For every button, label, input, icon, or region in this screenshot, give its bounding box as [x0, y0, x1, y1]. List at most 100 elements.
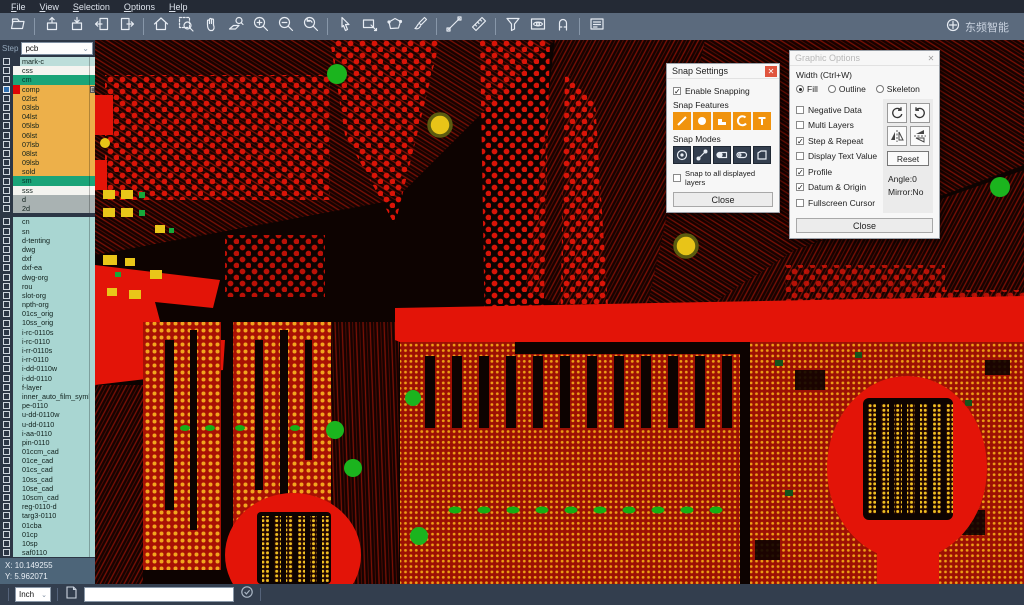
layer-name[interactable]: u-dd-0110w: [20, 410, 89, 419]
layer-checkbox[interactable]: [0, 85, 13, 94]
graphic-checkbox-step-repeat[interactable]: ✓Step & Repeat: [796, 136, 879, 146]
layer-checkbox[interactable]: [0, 530, 13, 539]
layer-row[interactable]: dwg-org: [0, 273, 95, 282]
layer-row[interactable]: 10sp: [0, 539, 95, 548]
layer-checkbox[interactable]: [0, 383, 13, 392]
layer-name[interactable]: 10scm_cad: [20, 493, 89, 502]
layer-row[interactable]: 01cs_orig: [0, 309, 95, 318]
layer-row[interactable]: d-tenting: [0, 236, 95, 245]
layer-checkbox[interactable]: [0, 131, 13, 140]
close-icon[interactable]: ✕: [925, 53, 937, 64]
layer-name[interactable]: sold: [20, 167, 89, 176]
layer-name[interactable]: targ3-0110: [20, 511, 89, 520]
graphic-checkbox-multi-layers[interactable]: Multi Layers: [796, 120, 879, 130]
layer-name[interactable]: reg-0110-d: [20, 502, 89, 511]
layer-checkbox[interactable]: [0, 420, 13, 429]
snap-all-layers-checkbox[interactable]: Snap to all displayed layers: [673, 169, 773, 187]
layer-row[interactable]: i-dd-0110: [0, 374, 95, 383]
layer-checkbox[interactable]: [0, 103, 13, 112]
layer-name[interactable]: d-tenting: [20, 236, 89, 245]
layer-name[interactable]: i-aa-0110: [20, 429, 89, 438]
layer-checkbox[interactable]: [0, 484, 13, 493]
layer-checkbox[interactable]: [0, 167, 13, 176]
layer-name[interactable]: 07lsb: [20, 140, 89, 149]
layer-name[interactable]: f-layer: [20, 383, 89, 392]
layer-row[interactable]: 03lsb: [0, 103, 95, 112]
layer-row[interactable]: 05lsb: [0, 121, 95, 130]
layer-row[interactable]: 01ce_cad: [0, 456, 95, 465]
snap-feature-pad-button[interactable]: [693, 112, 711, 130]
layer-checkbox[interactable]: [0, 447, 13, 456]
layer-name[interactable]: 04lst: [20, 112, 89, 121]
radio-skeleton[interactable]: Skeleton: [876, 84, 920, 94]
layer-name[interactable]: 2d: [20, 204, 89, 213]
layer-checkbox[interactable]: [0, 328, 13, 337]
snap-close-button[interactable]: Close: [673, 192, 773, 207]
layer-name[interactable]: 01cba: [20, 521, 89, 530]
layer-name[interactable]: cn: [20, 217, 89, 226]
layer-name[interactable]: saf0110: [20, 548, 89, 557]
layer-checkbox[interactable]: [0, 374, 13, 383]
layer-name[interactable]: 01ccm_cad: [20, 447, 89, 456]
layer-checkbox[interactable]: [0, 149, 13, 158]
layer-row[interactable]: 02lst: [0, 94, 95, 103]
layer-name[interactable]: d: [20, 195, 89, 204]
open-folder-button[interactable]: [5, 15, 30, 38]
layer-name[interactable]: 10se_cad: [20, 484, 89, 493]
snap-feature-text-button[interactable]: [753, 112, 771, 130]
select-button[interactable]: [332, 15, 357, 38]
layer-checkbox[interactable]: [0, 539, 13, 548]
layer-checkbox[interactable]: [0, 475, 13, 484]
menu-options[interactable]: Options: [117, 2, 162, 12]
layer-row[interactable]: targ3-0110: [0, 511, 95, 520]
layer-checkbox[interactable]: [0, 410, 13, 419]
menu-help[interactable]: Help: [162, 2, 195, 12]
reset-button[interactable]: Reset: [887, 151, 929, 166]
layer-name[interactable]: 10sp: [20, 539, 89, 548]
layer-name[interactable]: 01cs_cad: [20, 465, 89, 474]
layer-checkbox[interactable]: [0, 456, 13, 465]
layer-name[interactable]: 08lst: [20, 149, 89, 158]
layer-checkbox[interactable]: [0, 176, 13, 185]
layer-row[interactable]: 10se_cad: [0, 484, 95, 493]
layer-row[interactable]: 09lsb: [0, 158, 95, 167]
layer-name[interactable]: 05lsb: [20, 121, 89, 130]
layer-name[interactable]: 02lst: [20, 94, 89, 103]
layer-row[interactable]: 2d: [0, 204, 95, 213]
layer-row[interactable]: dxf-ea: [0, 263, 95, 272]
layer-name[interactable]: dwg: [20, 245, 89, 254]
layer-checkbox[interactable]: [0, 337, 13, 346]
layer-name[interactable]: 01cp: [20, 530, 89, 539]
new-script-icon[interactable]: [64, 585, 78, 604]
menu-view[interactable]: View: [33, 2, 66, 12]
layer-row[interactable]: u-dd-0110w: [0, 410, 95, 419]
layer-checkbox[interactable]: [0, 57, 13, 66]
layer-row[interactable]: i-rc-0110s: [0, 328, 95, 337]
layer-checkbox[interactable]: [0, 245, 13, 254]
highlight-button[interactable]: [525, 15, 550, 38]
layer-name[interactable]: sm: [20, 176, 89, 185]
select-polygon-button[interactable]: [382, 15, 407, 38]
layer-row[interactable]: css: [0, 66, 95, 75]
layer-checkbox[interactable]: [0, 355, 13, 364]
zoom-dynamic-button[interactable]: [223, 15, 248, 38]
layer-name[interactable]: i-dd-0110: [20, 374, 89, 383]
graphic-checkbox-fullscreen-cursor[interactable]: Fullscreen Cursor: [796, 198, 879, 208]
rotate-ccw-button[interactable]: [910, 103, 930, 123]
layer-name[interactable]: css: [20, 66, 89, 75]
layer-row[interactable]: comp▦: [0, 85, 95, 94]
menu-file[interactable]: File: [4, 2, 33, 12]
snap-feature-arc-button[interactable]: [733, 112, 751, 130]
mirror-horizontal-button[interactable]: [887, 126, 907, 146]
layer-checkbox[interactable]: [0, 94, 13, 103]
filter-button[interactable]: [500, 15, 525, 38]
select-rect-button[interactable]: [357, 15, 382, 38]
layer-row[interactable]: sm: [0, 176, 95, 185]
layer-row[interactable]: cm: [0, 75, 95, 84]
layer-row[interactable]: cn: [0, 217, 95, 226]
layer-name[interactable]: pe-0110: [20, 401, 89, 410]
layer-name[interactable]: mark-c: [20, 57, 89, 66]
layer-row[interactable]: saf0110: [0, 548, 95, 557]
layer-checkbox[interactable]: [0, 254, 13, 263]
layer-row[interactable]: i-dd-0110w: [0, 364, 95, 373]
